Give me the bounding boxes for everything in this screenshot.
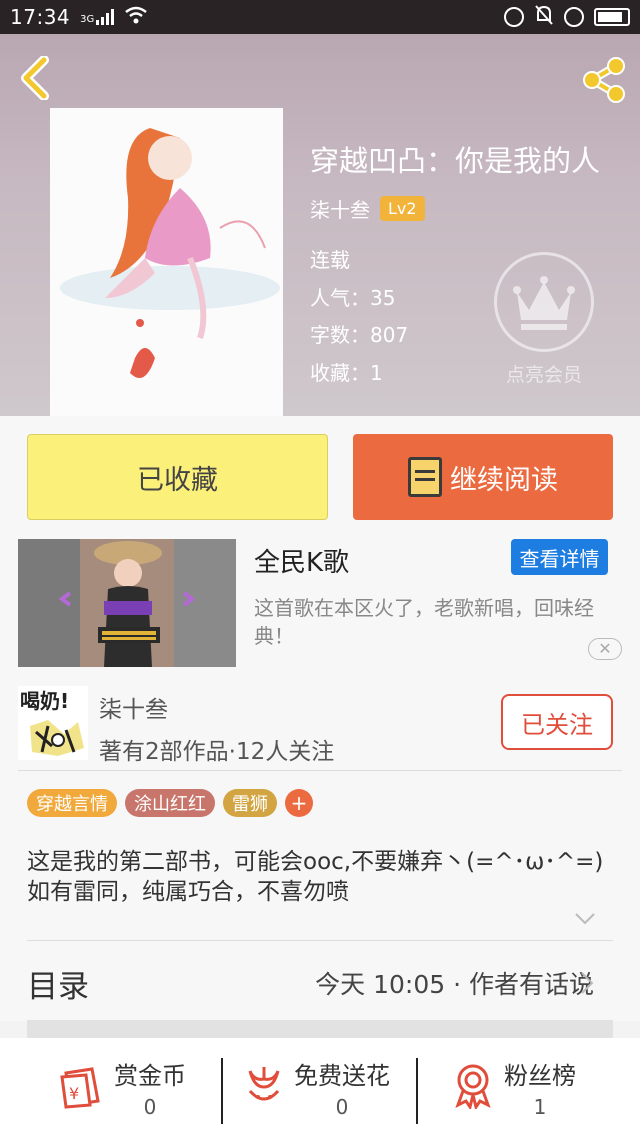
- avatar-text: 喝奶!: [20, 689, 69, 713]
- book-popularity: 人气：35: [310, 285, 396, 310]
- fan-ranking-label: 粉丝榜: [504, 1062, 576, 1090]
- send-flower-value: 0: [335, 1095, 349, 1119]
- chevron-right-icon: [579, 971, 595, 995]
- level-badge: Lv2: [380, 196, 425, 221]
- author-stats: 著有2部作品·12人关注: [99, 739, 335, 765]
- medal-icon: [452, 1063, 494, 1113]
- action-row: 已收藏 继续阅读: [0, 416, 640, 524]
- mute-bell-icon: [534, 4, 554, 31]
- signal-icon: 3G: [80, 9, 116, 25]
- book-author-row: 柒十叁 Lv2: [310, 194, 425, 223]
- book-icon: [408, 457, 442, 497]
- share-button[interactable]: [578, 54, 630, 106]
- ad-banner[interactable]: 全民K歌 查看详情 这首歌在本区火了，老歌新唱，回味经典！ ✕: [0, 524, 640, 674]
- tag-1[interactable]: 涂山红红: [125, 789, 215, 817]
- back-button[interactable]: [16, 55, 56, 101]
- book-meta: 连载 人气：35 字数：807 收藏：1: [310, 242, 408, 392]
- section-band: [27, 1020, 613, 1038]
- book-word-count: 字数：807: [310, 323, 409, 347]
- ad-detail-button[interactable]: 查看详情: [511, 539, 608, 575]
- book-author[interactable]: 柒十叁: [310, 194, 370, 223]
- divider: [416, 1058, 418, 1124]
- author-card[interactable]: 喝奶! 柒十叁 著有2部作品·12人关注 已关注: [0, 674, 640, 771]
- crown-icon: [494, 252, 594, 352]
- continue-reading-button[interactable]: 继续阅读: [353, 434, 613, 520]
- ad-close-button[interactable]: ✕: [588, 638, 622, 660]
- continue-reading-label: 继续阅读: [450, 464, 558, 496]
- book-description: 这是我的第二部书，可能会ooc,不要嫌弃丶(=^･ω･^=)如有雷同，纯属巧合，…: [27, 849, 604, 905]
- fan-ranking-button[interactable]: 粉丝榜 1: [452, 1056, 576, 1119]
- bottom-bar: ¥ 赏金币 0 免费送花 0 粉丝榜 1: [0, 1038, 640, 1138]
- tag-2[interactable]: 雷狮: [223, 789, 277, 817]
- tag-list: 穿越言情 涂山红红 雷狮 +: [27, 789, 313, 817]
- sync-icon: [504, 7, 524, 27]
- book-favorites: 收藏：1: [310, 360, 383, 385]
- book-status: 连载: [310, 248, 350, 272]
- status-bar: 17:34 3G: [0, 0, 640, 34]
- divider: [221, 1058, 223, 1124]
- expand-chevron-icon[interactable]: [574, 911, 596, 925]
- ad-title: 全民K歌: [254, 548, 350, 578]
- book-title: 穿越凹凸：你是我的人: [310, 144, 601, 178]
- author-name: 柒十叁: [99, 697, 168, 723]
- coin-envelope-icon: ¥: [58, 1063, 104, 1113]
- status-time: 17:34: [10, 5, 71, 29]
- followed-button[interactable]: 已关注: [501, 694, 613, 750]
- vip-member-button[interactable]: 点亮会员: [494, 252, 594, 412]
- favorited-button[interactable]: 已收藏: [27, 434, 328, 520]
- tags-section: 穿越言情 涂山红红 雷狮 + 这是我的第二部书，可能会ooc,不要嫌弃丶(=^･…: [0, 771, 640, 941]
- lock-rotation-icon: [564, 7, 584, 27]
- ad-image[interactable]: [18, 539, 236, 667]
- flower-icon: [244, 1063, 284, 1113]
- svg-text:¥: ¥: [69, 1084, 79, 1103]
- book-cover[interactable]: [50, 108, 283, 416]
- network-type: 3G: [80, 14, 95, 25]
- send-flower-label: 免费送花: [294, 1062, 390, 1090]
- add-tag-button[interactable]: +: [285, 789, 313, 817]
- fan-ranking-value: 1: [533, 1095, 547, 1119]
- wifi-icon: [124, 5, 148, 29]
- reward-coin-button[interactable]: ¥ 赏金币 0: [58, 1056, 186, 1119]
- send-flower-button[interactable]: 免费送花 0: [244, 1056, 390, 1119]
- ad-description: 这首歌在本区火了，老歌新唱，回味经典！: [254, 596, 594, 648]
- reward-coin-value: 0: [143, 1095, 157, 1119]
- author-avatar[interactable]: 喝奶!: [18, 686, 88, 760]
- vip-label: 点亮会员: [505, 364, 582, 386]
- book-header: 穿越凹凸：你是我的人 柒十叁 Lv2 连载 人气：35 字数：807 收藏：1 …: [0, 34, 640, 416]
- reward-coin-label: 赏金币: [114, 1062, 186, 1090]
- toc-update: 今天 10:05 · 作者有话说: [315, 970, 594, 999]
- toc-title: 目录: [27, 969, 89, 1005]
- tag-0[interactable]: 穿越言情: [27, 789, 117, 817]
- battery-icon: [594, 8, 630, 26]
- toc-row[interactable]: 目录 今天 10:05 · 作者有话说: [0, 941, 640, 1021]
